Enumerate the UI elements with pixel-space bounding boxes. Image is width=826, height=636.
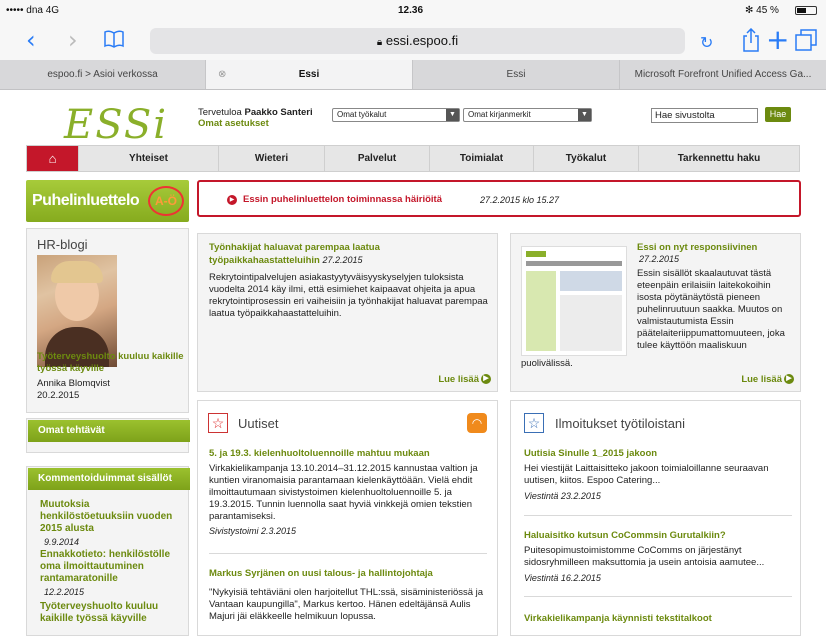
responsive-article-title[interactable]: Essi on nyt responsiivinen	[637, 242, 757, 253]
star-icon: ☆	[208, 413, 228, 433]
screenshot-thumbnail	[521, 246, 627, 356]
essi-logo[interactable]: ESSi	[64, 102, 168, 148]
divider	[524, 515, 792, 516]
commented-item-date: 12.2.2015	[44, 587, 85, 597]
blog-date: 20.2.2015	[37, 390, 80, 401]
battery-icon	[795, 6, 817, 15]
phonebook-az-badge: A-Ö	[148, 186, 184, 216]
bookmarks-icon[interactable]	[104, 30, 124, 55]
new-tab-icon[interactable]: +	[766, 26, 789, 54]
notice-item-title[interactable]: Uutisia Sinulle 1_2015 jakoon	[524, 448, 657, 459]
notice-item-title[interactable]: Haluaisitko kutsun CoCommsin Gurutalkiin…	[524, 530, 726, 541]
arrow-right-icon: ▶	[227, 195, 237, 205]
rss-icon[interactable]: ◠	[467, 413, 487, 433]
news-box: ☆ Uutiset ◠ 5. ja 19.3. kielenhuoltoluen…	[197, 400, 498, 636]
forward-icon[interactable]: ›	[68, 28, 78, 52]
news-item-source: Sivistystoimi 2.3.2015	[209, 526, 297, 536]
news-heading: Uutiset	[238, 416, 279, 431]
battery-level: ✻ 45 %	[745, 5, 779, 16]
alert-date: 27.2.2015 klo 15.27	[480, 195, 560, 205]
notice-item-body: Hei viestijät Laittaisitteko jakoon toim…	[524, 463, 769, 486]
phonebook-banner[interactable]: Puhelinluettelo A-Ö	[26, 180, 189, 222]
close-tab-icon[interactable]: ⊗	[218, 60, 226, 89]
read-more-link[interactable]: Lue lisää ▶	[438, 374, 491, 385]
feature-article-box: Työnhakijat haluavat parempaa laatua työ…	[197, 233, 498, 392]
clock: 12.36	[398, 5, 424, 16]
settings-link[interactable]: Omat asetukset	[198, 118, 269, 129]
reload-icon[interactable]: ↻	[700, 31, 713, 55]
tabs-overview-icon[interactable]	[795, 29, 817, 55]
own-tasks-header[interactable]: Omat tehtävät	[28, 420, 190, 442]
commented-item-link[interactable]: Ennakkotieto: henkilöstölle oma ilmoitta…	[40, 549, 180, 585]
notices-box: ☆ Ilmoitukset työtiloistani Uutisia Sinu…	[510, 400, 801, 636]
most-commented-header: Kommentoiduimmat sisällöt	[28, 468, 190, 490]
tab-forefront[interactable]: Microsoft Forefront Unified Access Ga...	[620, 60, 826, 89]
divider	[209, 553, 487, 554]
back-icon[interactable]: ‹	[26, 28, 36, 52]
main-navigation: ⌂ Yhteiset Wieteri Palvelut Toimialat Ty…	[26, 145, 800, 172]
hr-blog-title: HR-blogi	[37, 237, 88, 252]
commented-item-link[interactable]: Työterveyshuolto kuuluu kaikille työssä …	[40, 601, 180, 625]
search-button[interactable]: Hae	[765, 107, 791, 122]
lock-icon: 🔒︎	[376, 37, 383, 48]
alert-text: Essin puhelinluettelon toiminnassa häiri…	[243, 194, 443, 205]
arrow-right-icon: ▶	[481, 374, 491, 385]
user-name: Paakko Santeri	[244, 107, 313, 118]
nav-yhteiset[interactable]: Yhteiset	[79, 146, 219, 171]
nav-tyokalut[interactable]: Työkalut	[534, 146, 639, 171]
nav-palvelut[interactable]: Palvelut	[325, 146, 430, 171]
home-icon[interactable]: ⌂	[27, 146, 79, 171]
news-item-title[interactable]: 5. ja 19.3. kielenhuoltoluennoille mahtu…	[209, 448, 430, 459]
feature-article-body: Rekrytointipalvelujen asiakastyytyväisyy…	[209, 272, 488, 319]
notices-heading: Ilmoitukset työtiloistani	[555, 416, 686, 431]
chevron-down-icon: ▼	[578, 109, 591, 121]
read-more-link[interactable]: Lue lisää ▶	[741, 374, 794, 385]
commented-item-link[interactable]: Muutoksia henkilöstöetuuksiin vuoden 201…	[40, 499, 180, 535]
notice-item-source: Viestintä 23.2.2015	[524, 491, 601, 501]
news-item-title[interactable]: Markus Syrjänen on uusi talous- ja halli…	[209, 568, 433, 579]
carrier-signal: ••••• dna 4G	[6, 5, 60, 16]
hr-blog-box: HR-blogi Työterveyshuolto kuuluu kaikill…	[26, 228, 189, 413]
responsive-article-box: Essi on nyt responsiivinen 27.2.2015 Ess…	[510, 233, 801, 392]
address-bar[interactable]: 🔒︎ essi.espoo.fi	[150, 28, 685, 54]
welcome-text: Tervetuloa Paakko Santeri	[198, 107, 313, 118]
browser-tab-strip: espoo.fi > Asioi verkossa ⊗ Essi Essi Mi…	[0, 60, 826, 90]
divider	[524, 596, 792, 597]
tab-essi-active[interactable]: ⊗ Essi	[206, 60, 413, 89]
site-search-input[interactable]: Hae sivustolta	[651, 108, 758, 123]
nav-advanced-search[interactable]: Tarkennettu haku	[639, 146, 799, 171]
browser-toolbar: ‹ › 🔒︎ essi.espoo.fi ↻ +	[0, 20, 826, 60]
alert-banner[interactable]: ▶ Essin puhelinluettelon toiminnassa häi…	[197, 180, 801, 217]
nav-toimialat[interactable]: Toimialat	[430, 146, 534, 171]
responsive-article-body: Essin sisällöt skaalautuvat tästä eteenp…	[637, 268, 785, 351]
ios-status-bar: ••••• dna 4G 12.36 ✻ 45 %	[0, 0, 826, 20]
tab-essi[interactable]: Essi	[413, 60, 620, 89]
feature-article-title[interactable]: Työnhakijat haluavat parempaa laatua työ…	[209, 242, 409, 267]
star-icon: ☆	[524, 413, 544, 433]
news-item-body: Virkakielikampanja 13.10.2014–31.12.2015…	[209, 463, 478, 522]
url-text: essi.espoo.fi	[385, 33, 459, 48]
chevron-down-icon: ▼	[446, 109, 459, 121]
phonebook-label: Puhelinluettelo	[32, 192, 140, 209]
responsive-article-body-cont: puolivälissä.	[521, 358, 573, 369]
commented-item-date: 9.9.2014	[44, 537, 80, 547]
share-icon[interactable]	[742, 27, 760, 56]
responsive-article-date: 27.2.2015	[639, 254, 680, 264]
nav-wieteri[interactable]: Wieteri	[219, 146, 325, 171]
news-item-body: "Nykyisiä tehtäviäni olen harjoitellut T…	[209, 587, 484, 622]
bookmarks-select[interactable]: Omat kirjanmerkit ▼	[463, 108, 592, 122]
tools-select[interactable]: Omat työkalut ▼	[332, 108, 460, 122]
notice-item-title[interactable]: Virkakielikampanja käynnisti tekstitalko…	[524, 613, 712, 624]
tab-espoo[interactable]: espoo.fi > Asioi verkossa	[0, 60, 206, 89]
notice-item-body: Puitesopimustoimistomme CoComms on järje…	[524, 545, 765, 568]
hr-blog-link[interactable]: Työterveyshuolto kuuluu kaikille työssä …	[37, 351, 187, 375]
arrow-right-icon: ▶	[784, 374, 794, 385]
blog-author: Annika Blomqvist	[37, 378, 110, 389]
notice-item-source: Viestintä 16.2.2015	[524, 573, 601, 583]
